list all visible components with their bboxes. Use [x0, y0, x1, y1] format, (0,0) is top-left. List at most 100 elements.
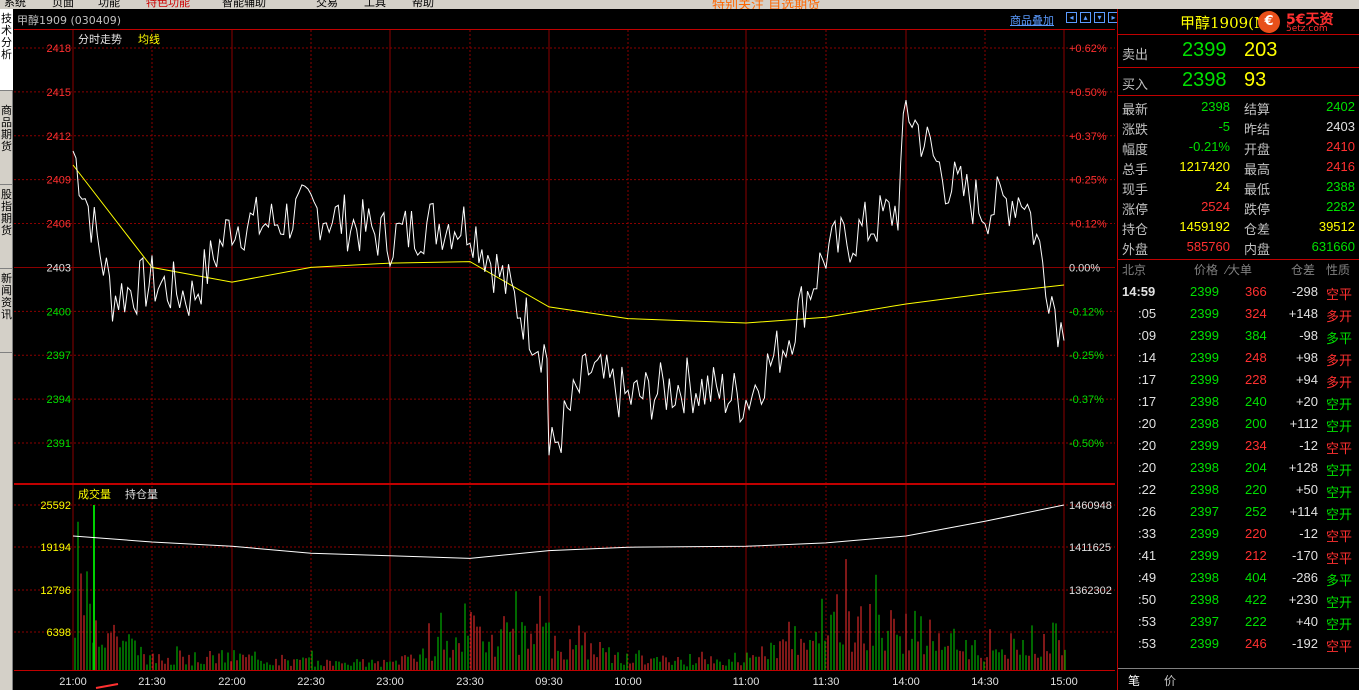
bid-price[interactable]: 2398 — [1182, 69, 1227, 92]
stat-value: -0.21% — [1188, 139, 1230, 154]
tick-row: :33 2399 220 -12 空平 — [1118, 523, 1359, 545]
percent-tick-label: +0.50% — [1069, 87, 1107, 99]
tick-oi-change: -98 — [1299, 328, 1318, 343]
tick-oi-change: +40 — [1295, 614, 1318, 629]
tick-price: 2398 — [1190, 482, 1219, 497]
volume-tick-label: 6398 — [47, 627, 71, 639]
intraday-chart[interactable]: 分时走势 均线 成交量 持仓量 2418 2415 2412 2409 2406 2403… — [0, 0, 1117, 690]
price-tick-label: 2406 — [47, 219, 71, 231]
tick-volume: 324 — [1245, 306, 1267, 321]
stat-item: 开盘 2410 — [1244, 137, 1355, 158]
scroll-marker — [95, 683, 119, 689]
time-tick-label: 14:30 — [971, 676, 999, 688]
tick-time: :20 — [1138, 438, 1157, 453]
tick-time: :20 — [1138, 416, 1157, 431]
time-tick-label: 21:30 — [138, 676, 166, 688]
ticks-header-price: 价格 — [1194, 263, 1219, 277]
ask-price[interactable]: 2399 — [1182, 39, 1227, 62]
stat-item: 内盘 631660 — [1244, 237, 1355, 258]
tick-time: :26 — [1138, 504, 1157, 519]
tick-volume: 220 — [1245, 526, 1267, 541]
stat-item: 涨跌 -5 — [1122, 117, 1230, 138]
percent-tick-label: -0.37% — [1069, 394, 1104, 406]
tick-row: :20 2398 204 +128 空开 — [1118, 457, 1359, 479]
stat-value: 2524 — [1201, 199, 1230, 214]
tick-oi-change: +50 — [1295, 482, 1318, 497]
panel-divider — [14, 483, 1115, 485]
stat-label: 内盘 — [1244, 243, 1271, 258]
stat-value: 1217420 — [1179, 159, 1230, 174]
tick-oi-change: +148 — [1288, 306, 1318, 321]
tab-by-price[interactable]: 价 — [1164, 672, 1176, 689]
ask-label: 卖出 — [1122, 48, 1149, 63]
stat-label: 开盘 — [1244, 143, 1271, 158]
tick-time: :50 — [1138, 592, 1157, 607]
tick-nature: 空开 — [1326, 419, 1353, 434]
ticks-header-volume: ⁄大单 — [1226, 263, 1253, 277]
tick-nature: 空开 — [1326, 507, 1353, 522]
tick-time: :22 — [1138, 482, 1157, 497]
bid-label: 买入 — [1122, 78, 1149, 93]
tick-volume: 366 — [1245, 284, 1267, 299]
tick-nature: 空开 — [1326, 595, 1353, 610]
time-tick-label: 14:00 — [892, 676, 920, 688]
stat-label: 最新 — [1122, 103, 1149, 118]
tick-price: 2399 — [1190, 284, 1219, 299]
ticks-header-time: 北京 — [1122, 263, 1147, 277]
tick-oi-change: +112 — [1289, 416, 1318, 431]
stat-item: 现手 24 — [1122, 177, 1230, 198]
brand-logo: € 5€天资 5etz.com — [1256, 9, 1359, 35]
tick-nature: 多开 — [1326, 353, 1353, 368]
tick-time: :17 — [1138, 372, 1157, 387]
stat-value: 2403 — [1326, 119, 1355, 134]
stat-label: 涨停 — [1122, 203, 1149, 218]
legend-open-interest: 持仓量 — [125, 487, 158, 501]
tick-oi-change: +230 — [1288, 592, 1318, 607]
tick-nature: 空平 — [1326, 529, 1353, 544]
open-interest-line — [72, 504, 1065, 559]
price-tick-label: 2412 — [47, 131, 71, 143]
volume-tick-label: 19194 — [40, 542, 71, 554]
time-tick-label: 09:30 — [535, 676, 563, 688]
tab-by-trade[interactable]: 笔 — [1128, 672, 1140, 689]
stat-value: -5 — [1218, 119, 1230, 134]
percent-tick-label: +0.12% — [1069, 219, 1107, 231]
tick-row: :50 2398 422 +230 空开 — [1118, 589, 1359, 611]
stat-item: 昨结 2403 — [1244, 117, 1355, 138]
tick-oi-change: +20 — [1295, 394, 1318, 409]
quote-title-bar: 甲醇1909(M € 5€天资 5etz.com — [1118, 9, 1359, 35]
chart-grid — [14, 30, 1115, 670]
tick-price: 2398 — [1190, 394, 1219, 409]
tick-volume: 422 — [1245, 592, 1267, 607]
tick-oi-change: -170 — [1291, 548, 1318, 563]
divider — [1118, 95, 1359, 96]
stat-label: 涨跌 — [1122, 123, 1149, 138]
tick-row: :26 2397 252 +114 空开 — [1118, 501, 1359, 523]
tick-row: :09 2399 384 -98 多平 — [1118, 325, 1359, 347]
price-panel-top-border — [14, 29, 1115, 30]
percent-tick-label: -0.25% — [1069, 350, 1104, 362]
stat-value: 39512 — [1318, 219, 1355, 234]
tick-volume: 228 — [1245, 372, 1267, 387]
tick-volume: 246 — [1245, 636, 1267, 651]
tick-time: :33 — [1138, 526, 1157, 541]
tick-view-tabs: 笔 价 — [1118, 668, 1359, 690]
tick-volume: 252 — [1245, 504, 1267, 519]
logo-url: 5etz.com — [1286, 24, 1328, 34]
price-tick-label: 2394 — [47, 394, 71, 406]
tick-price: 2399 — [1190, 372, 1219, 387]
tick-price: 2398 — [1190, 570, 1219, 585]
stat-item: 最新 2398 — [1122, 97, 1230, 118]
ticks-header-nature: 性质 — [1326, 263, 1351, 277]
tick-price: 2399 — [1190, 328, 1219, 343]
divider — [1118, 259, 1359, 260]
tick-time: :53 — [1138, 636, 1157, 651]
percent-tick-label: +0.62% — [1069, 43, 1107, 55]
stat-label: 现手 — [1122, 183, 1149, 198]
tick-nature: 空开 — [1326, 617, 1353, 632]
tick-time: 14:59 — [1122, 284, 1156, 299]
tick-nature: 多开 — [1326, 309, 1353, 324]
stat-value: 2388 — [1326, 179, 1355, 194]
stat-item: 总手 1217420 — [1122, 157, 1230, 178]
tick-volume: 200 — [1245, 416, 1267, 431]
